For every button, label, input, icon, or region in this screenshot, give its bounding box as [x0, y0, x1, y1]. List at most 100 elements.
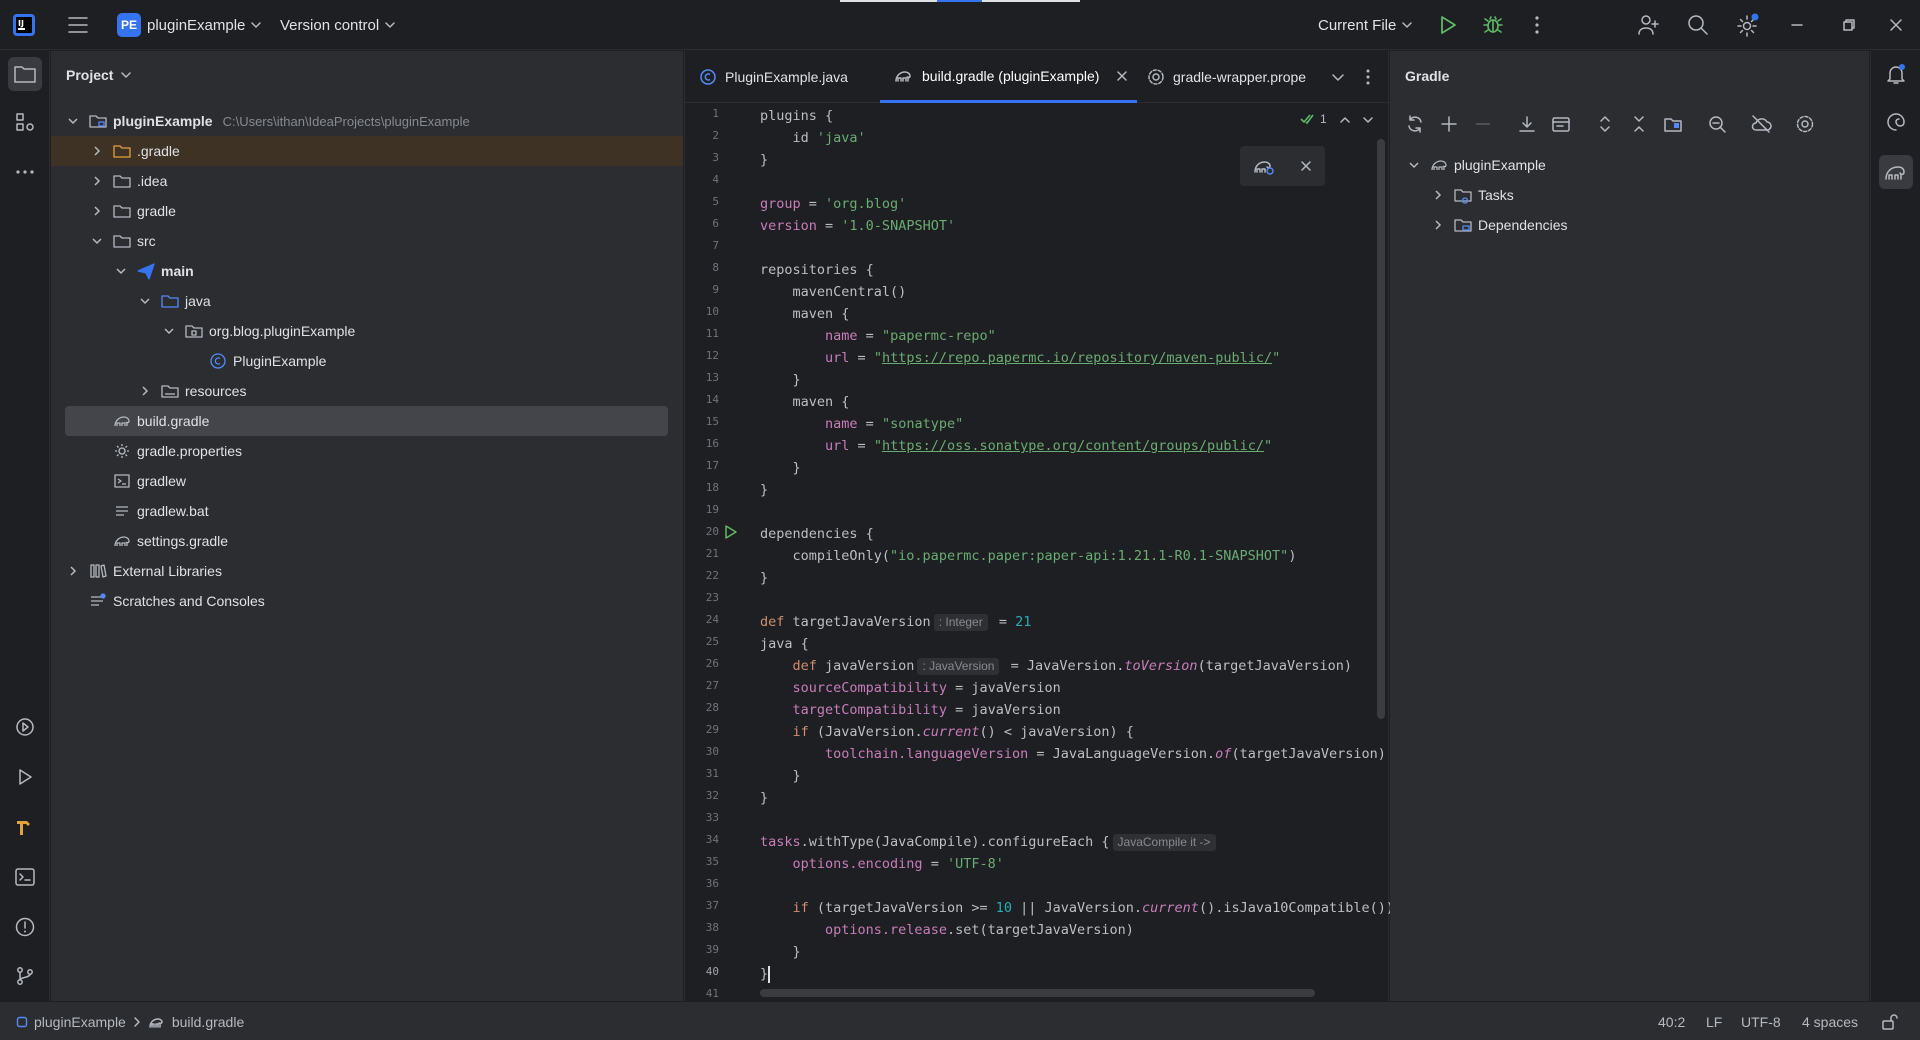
remove-icon[interactable] — [1470, 111, 1496, 137]
tab-pluginexample-java[interactable]: PluginExample.java — [699, 51, 848, 103]
breadcrumb-project[interactable]: pluginExample — [34, 1014, 126, 1030]
tabs-dropdown-icon[interactable] — [1330, 69, 1346, 85]
run-gutter-icon[interactable] — [723, 524, 739, 540]
project-tool-button[interactable] — [8, 57, 42, 91]
tree-arrow[interactable] — [137, 383, 153, 399]
add-user-icon[interactable] — [1636, 13, 1660, 37]
chevron-right-icon[interactable] — [1432, 219, 1444, 231]
project-switcher[interactable]: PE pluginExample — [117, 10, 262, 40]
tree-item-build-gradle[interactable]: build.gradle — [65, 406, 668, 436]
chevron-down-icon[interactable] — [139, 295, 151, 307]
add-icon[interactable] — [1436, 111, 1462, 137]
restore-window-icon[interactable] — [1842, 18, 1856, 32]
gradle-refresh-icon[interactable] — [1253, 156, 1275, 176]
inspection-widget[interactable]: 1 — [1300, 111, 1327, 127]
project-panel-header[interactable]: Project — [66, 67, 132, 83]
settings-gear-icon[interactable] — [1735, 12, 1761, 38]
read-only-lock-icon[interactable] — [1880, 1012, 1898, 1032]
chevron-down-icon[interactable] — [1408, 159, 1420, 171]
tree-item-org-blog-pluginexample[interactable]: org.blog.pluginExample — [51, 316, 683, 346]
tree-item-gradlew[interactable]: gradlew — [51, 466, 683, 496]
gradle-tool-button[interactable] — [1879, 155, 1913, 189]
chevron-right-icon[interactable] — [1432, 189, 1444, 201]
tree-item-dependencies[interactable]: Dependencies — [1390, 210, 1920, 240]
tree-arrow[interactable] — [161, 323, 177, 339]
execute-task-icon[interactable] — [1548, 111, 1574, 137]
main-menu-icon[interactable] — [66, 14, 90, 36]
terminal-tool-button[interactable] — [8, 860, 42, 894]
services-tool-button[interactable] — [8, 710, 42, 744]
tree-arrow[interactable] — [89, 503, 105, 519]
tree-item-idea[interactable]: .idea — [51, 166, 683, 196]
chevron-right-icon[interactable] — [91, 145, 103, 157]
tree-item-resources[interactable]: resources — [51, 376, 683, 406]
vcs-menu[interactable]: Version control — [280, 10, 395, 40]
structure-tool-button[interactable] — [8, 105, 42, 139]
tree-arrow[interactable] — [89, 473, 105, 489]
collapse-all-icon[interactable] — [1626, 111, 1652, 137]
tree-arrow[interactable] — [65, 593, 81, 609]
tree-item-external-libraries[interactable]: External Libraries — [51, 556, 683, 586]
editor-horizontal-scrollbar[interactable] — [760, 989, 1315, 997]
tree-arrow[interactable] — [89, 533, 105, 549]
tree-arrow[interactable] — [89, 203, 105, 219]
link-project-icon[interactable] — [1660, 111, 1686, 137]
tree-item-pluginexample[interactable]: pluginExample C:\Users\ithan\IdeaProjects… — [51, 106, 683, 136]
tree-arrow[interactable] — [137, 293, 153, 309]
run-button[interactable] — [1437, 14, 1459, 36]
ai-assistant-button[interactable] — [1879, 105, 1913, 139]
expand-all-icon[interactable] — [1592, 111, 1618, 137]
search-icon[interactable] — [1686, 13, 1710, 37]
tab-actions-icon[interactable] — [1360, 68, 1376, 86]
tree-item-gradle[interactable]: .gradle — [51, 136, 683, 166]
chevron-down-icon[interactable] — [163, 325, 175, 337]
tree-item-scratches-and-consoles[interactable]: Scratches and Consoles — [51, 586, 683, 616]
tree-item-gradle[interactable]: gradle — [51, 196, 683, 226]
offline-mode-icon[interactable] — [1748, 111, 1774, 137]
tree-arrow[interactable] — [89, 173, 105, 189]
gradle-settings-icon[interactable] — [1792, 111, 1818, 137]
tree-arrow[interactable] — [89, 233, 105, 249]
caret-position[interactable]: 40:2 — [1658, 1012, 1685, 1032]
breadcrumb-file[interactable]: build.gradle — [172, 1014, 244, 1030]
tree-arrow[interactable] — [185, 353, 201, 369]
tree-item-pluginexample[interactable]: PluginExample — [51, 346, 683, 376]
close-tab-icon[interactable] — [1115, 69, 1129, 83]
more-tools-button[interactable] — [8, 155, 42, 189]
tree-item-settings-gradle[interactable]: settings.gradle — [51, 526, 683, 556]
run-tool-button[interactable] — [8, 760, 42, 794]
tree-arrow[interactable] — [89, 143, 105, 159]
tab-build-gradle[interactable]: build.gradle (pluginExample) — [880, 51, 1138, 103]
debug-button[interactable] — [1481, 13, 1505, 37]
notifications-button[interactable] — [1879, 57, 1913, 91]
download-icon[interactable] — [1514, 111, 1540, 137]
chevron-down-icon[interactable] — [115, 265, 127, 277]
intellij-logo-icon[interactable]: IJ — [12, 13, 36, 37]
tree-item-pluginexample[interactable]: pluginExample — [1390, 150, 1920, 180]
tree-arrow[interactable] — [1406, 157, 1422, 173]
indent-setting[interactable]: 4 spaces — [1802, 1012, 1858, 1032]
chevron-down-icon[interactable] — [67, 115, 79, 127]
close-icon[interactable] — [1300, 160, 1312, 172]
chevron-right-icon[interactable] — [67, 565, 79, 577]
tree-item-gradlew-bat[interactable]: gradlew.bat — [51, 496, 683, 526]
tree-item-main[interactable]: main — [51, 256, 683, 286]
tree-item-src[interactable]: src — [51, 226, 683, 256]
tree-item-tasks[interactable]: Tasks — [1390, 180, 1920, 210]
line-separator[interactable]: LF — [1706, 1012, 1722, 1032]
tree-arrow[interactable] — [89, 413, 105, 429]
chevron-down-icon[interactable] — [91, 235, 103, 247]
tree-arrow[interactable] — [1430, 217, 1446, 233]
next-highlight-icon[interactable] — [1361, 113, 1375, 127]
tree-arrow[interactable] — [65, 113, 81, 129]
chevron-right-icon[interactable] — [91, 205, 103, 217]
close-window-icon[interactable] — [1888, 17, 1904, 33]
editor-vertical-scrollbar[interactable] — [1377, 139, 1385, 719]
tree-item-gradle-properties[interactable]: gradle.properties — [51, 436, 683, 466]
problems-tool-button[interactable] — [8, 910, 42, 944]
chevron-right-icon[interactable] — [91, 175, 103, 187]
more-actions-icon[interactable] — [1526, 14, 1548, 36]
tree-arrow[interactable] — [1430, 187, 1446, 203]
run-config-selector[interactable]: Current File — [1318, 10, 1413, 40]
file-encoding[interactable]: UTF-8 — [1741, 1012, 1781, 1032]
